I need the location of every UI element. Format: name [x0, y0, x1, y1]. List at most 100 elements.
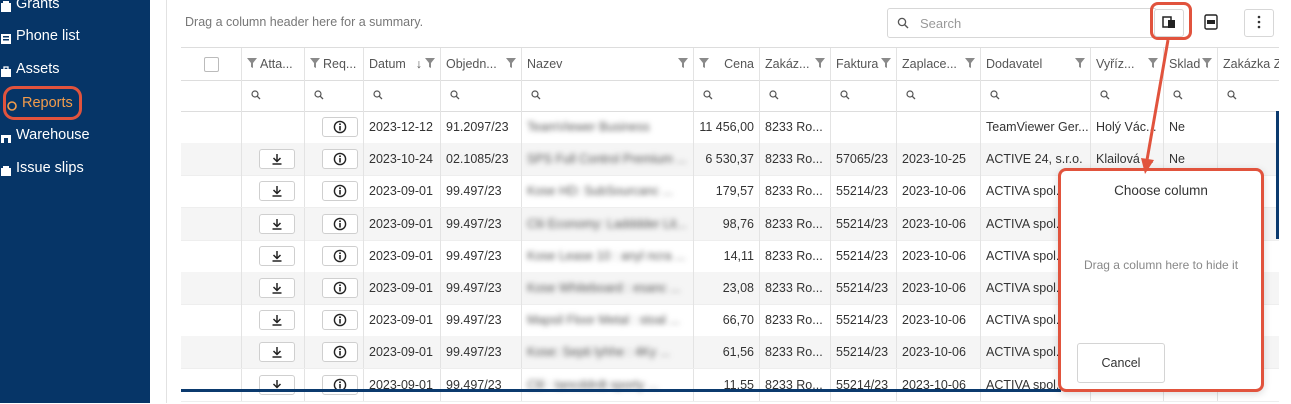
column-header-faktura[interactable]: Faktura — [831, 48, 897, 80]
info-icon[interactable] — [322, 342, 358, 363]
filter-icon[interactable] — [699, 57, 709, 71]
cell-text: 14,11 — [723, 248, 754, 263]
search-icon — [373, 89, 383, 103]
table-row[interactable]: 2023-12-12 91.2097/23 TeamViewer Business 1… — [181, 111, 1279, 144]
column-header-obj[interactable]: Objedn... — [441, 48, 522, 80]
filter-icon[interactable] — [1202, 57, 1212, 71]
cell-dod: TeamViewer Ger... — [981, 111, 1091, 143]
export-excel-button[interactable] — [1196, 9, 1226, 37]
cell-obj: 02.1085/23 — [441, 143, 522, 176]
download-icon[interactable] — [259, 181, 295, 202]
filter-cell-dod[interactable] — [981, 80, 1091, 111]
filter-cell-cena[interactable] — [694, 80, 760, 111]
cell-nazev: Kose Whiteboard : esanc ... — [522, 272, 694, 304]
cell-text: 2023-10-06 — [902, 216, 966, 231]
column-header-req[interactable]: Req... — [305, 48, 364, 80]
cell-cena: 66,70 — [694, 304, 760, 337]
sidebar-item-reports[interactable]: Reports — [3, 86, 82, 120]
info-icon[interactable] — [322, 278, 358, 298]
cell-obj: 99.497/23 — [441, 207, 522, 240]
column-header-label: Atta... — [260, 57, 293, 71]
cell-zak: 8233 Ro... — [760, 336, 831, 369]
search-box[interactable] — [887, 8, 1157, 38]
filter-icon[interactable] — [881, 57, 891, 71]
column-chooser-title: Choose column — [1114, 183, 1208, 198]
download-icon[interactable] — [259, 310, 295, 331]
column-header-cena[interactable]: Cena — [694, 48, 760, 80]
filter-cell-zak[interactable] — [760, 80, 831, 111]
select-all-checkbox[interactable] — [204, 56, 219, 72]
filter-icon[interactable] — [247, 57, 257, 71]
info-icon[interactable] — [322, 213, 358, 234]
info-icon[interactable] — [322, 310, 358, 331]
cell-faktura: 55214/23 — [831, 207, 897, 240]
sort-descending-icon: ↓ — [415, 57, 422, 71]
cancel-button[interactable]: Cancel — [1077, 343, 1165, 383]
filter-icon[interactable] — [678, 57, 688, 71]
sidebar-item-warehouse[interactable]: Warehouse — [0, 124, 90, 146]
group-panel[interactable]: Drag a column header here for a summary. — [167, 0, 1291, 46]
filter-cell-zapl[interactable] — [897, 80, 981, 111]
cell-text: 99.497/23 — [446, 248, 502, 263]
filter-cell-obj[interactable] — [441, 80, 522, 111]
filter-icon[interactable] — [1075, 57, 1085, 71]
info-icon[interactable] — [322, 245, 358, 266]
filter-icon[interactable] — [815, 57, 825, 71]
column-header-zz[interactable]: Zakázka Z — [1218, 48, 1279, 80]
sidebar-item-issue-slips[interactable]: Issue slips — [0, 157, 84, 179]
info-icon[interactable] — [322, 181, 358, 202]
cell-datum: 2023-09-01 — [364, 368, 441, 401]
filter-icon[interactable] — [965, 57, 975, 71]
filter-cell-faktura[interactable] — [831, 80, 897, 111]
filter-cell-sklad[interactable] — [1164, 80, 1218, 111]
column-header-att[interactable]: Atta... — [242, 48, 305, 80]
filter-cell-att[interactable] — [242, 80, 305, 111]
cell-faktura: 55214/23 — [831, 368, 897, 401]
download-icon[interactable] — [259, 149, 295, 170]
download-icon[interactable] — [259, 245, 295, 266]
filter-icon[interactable] — [310, 57, 320, 71]
download-icon[interactable] — [259, 342, 295, 363]
sidebar-item-assets[interactable]: Assets — [0, 58, 60, 80]
search-input[interactable] — [918, 15, 1142, 32]
filter-cell-vyr[interactable] — [1091, 80, 1164, 111]
download-icon[interactable] — [259, 278, 295, 298]
sidebar-item-phone-list[interactable]: Phone list — [0, 25, 80, 47]
filter-cell-datum[interactable] — [364, 80, 441, 111]
cell-chk — [181, 111, 242, 143]
column-chooser-popup[interactable]: Choose column Drag a column here to hide… — [1058, 168, 1264, 392]
cell-att — [242, 304, 305, 337]
cell-text: 55214/23 — [836, 248, 889, 263]
column-header-zak[interactable]: Zakáz... — [760, 48, 831, 80]
column-header-vyr[interactable]: Vyříz... — [1091, 48, 1164, 80]
column-header-dod[interactable]: Dodavatel — [981, 48, 1091, 80]
filter-cell-req[interactable] — [305, 80, 364, 111]
select-all-checkbox-cell[interactable] — [181, 48, 242, 80]
download-icon[interactable] — [259, 213, 295, 234]
info-icon[interactable] — [322, 117, 358, 137]
cell-faktura: 55214/23 — [831, 304, 897, 337]
filter-icon[interactable] — [506, 57, 516, 71]
filter-icon[interactable] — [1148, 57, 1158, 71]
sidebar-item-grants[interactable]: Grants — [0, 0, 60, 15]
group-panel-hint: Drag a column header here for a summary. — [185, 15, 424, 29]
cell-zak: 8233 Ro... — [760, 368, 831, 401]
cell-nazev: Clil : tancddrdt sporty ... — [522, 368, 694, 401]
cell-zak: 8233 Ro... — [760, 111, 831, 143]
column-header-nazev[interactable]: Nazev — [522, 48, 694, 80]
column-header-datum[interactable]: Datum ↓ — [364, 48, 441, 80]
cell-zapl: 2023-10-25 — [897, 143, 981, 176]
column-header-zapl[interactable]: Zaplace... — [897, 48, 981, 80]
filter-icon[interactable] — [425, 57, 435, 71]
filter-cell-nazev[interactable] — [522, 80, 694, 111]
cell-text: Clii Economy: Ladddder Lit... — [527, 216, 687, 231]
more-options-button[interactable] — [1244, 9, 1274, 37]
column-chooser-button[interactable] — [1154, 9, 1184, 37]
cell-nazev: Kose HD: SubSourcanc ... — [522, 175, 694, 208]
filter-cell-zz[interactable] — [1218, 80, 1279, 111]
cell-text: 8233 Ro... — [765, 152, 823, 167]
info-icon[interactable] — [322, 149, 358, 170]
search-icon — [531, 89, 541, 103]
assets-icon — [0, 63, 12, 77]
column-header-sklad[interactable]: Sklad — [1164, 48, 1218, 80]
